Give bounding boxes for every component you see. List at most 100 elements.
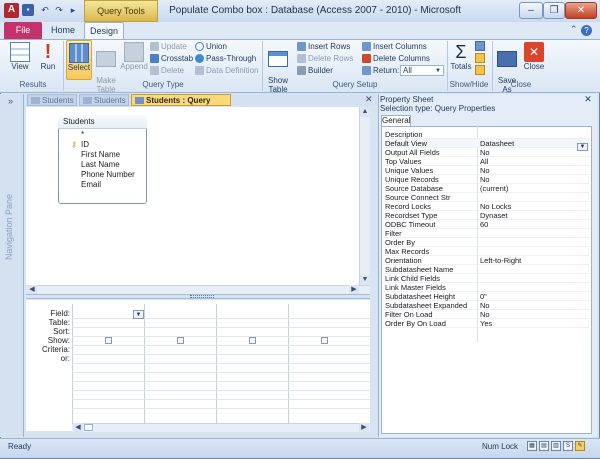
show-checkbox[interactable] bbox=[177, 337, 184, 344]
collapse-ribbon-icon[interactable]: ⌃ bbox=[570, 24, 578, 35]
datasheet-view-icon[interactable]: ▦ bbox=[527, 441, 537, 451]
property-row[interactable]: Subdatasheet Height 0" bbox=[383, 292, 590, 301]
parameters-icon[interactable] bbox=[475, 41, 485, 51]
navigation-pane[interactable] bbox=[0, 94, 24, 437]
return-select[interactable]: All ▼ bbox=[400, 65, 444, 76]
customize-quick-access-icon[interactable]: ▸ bbox=[66, 3, 80, 17]
view-button[interactable]: View bbox=[6, 40, 34, 80]
property-row[interactable]: Order By On Load Yes bbox=[383, 319, 590, 328]
delete-rows-button[interactable]: Delete Rows bbox=[297, 53, 353, 64]
design-view-icon[interactable]: ✎ bbox=[575, 441, 585, 451]
grid-horizontal-scrollbar[interactable] bbox=[72, 423, 370, 432]
property-row[interactable]: Max Records bbox=[383, 247, 590, 256]
scroll-left-arrow[interactable]: ◀ bbox=[73, 423, 83, 432]
data-definition-button[interactable]: Data Definition bbox=[195, 65, 258, 76]
builder-button[interactable]: Builder bbox=[297, 65, 333, 76]
property-row[interactable]: Order By bbox=[383, 238, 590, 247]
save-icon[interactable]: ▪ bbox=[22, 4, 34, 16]
maximize-button[interactable]: ❐ bbox=[543, 2, 565, 19]
property-row[interactable]: Unique Records No bbox=[383, 175, 590, 184]
select-query-button[interactable]: Select bbox=[66, 40, 92, 80]
upper-vertical-scrollbar[interactable] bbox=[359, 107, 370, 285]
pivot-chart-icon[interactable]: ▥ bbox=[551, 441, 561, 451]
insert-columns-button[interactable]: Insert Columns bbox=[362, 41, 427, 52]
run-button[interactable]: ! Run bbox=[36, 40, 60, 80]
doc-tab-students-2[interactable]: Students bbox=[79, 94, 129, 106]
close-query-button[interactable]: ✕ Close bbox=[522, 40, 546, 80]
pivot-table-icon[interactable]: ▤ bbox=[539, 441, 549, 451]
splitter-grip[interactable] bbox=[190, 295, 214, 298]
field-list-item[interactable]: First Name bbox=[81, 150, 120, 160]
property-row[interactable]: Recordset Type Dynaset bbox=[383, 211, 590, 220]
make-table-button[interactable]: Make Table bbox=[94, 40, 118, 94]
doc-tab-students-1[interactable]: Students bbox=[27, 94, 77, 106]
tab-file[interactable]: File bbox=[4, 22, 42, 39]
property-row[interactable]: Link Child Fields bbox=[383, 274, 590, 283]
property-row[interactable]: Filter bbox=[383, 229, 590, 238]
tab-design[interactable]: Design bbox=[84, 22, 124, 39]
append-button[interactable]: Append bbox=[120, 40, 148, 80]
crosstab-button[interactable]: Crosstab bbox=[150, 53, 193, 64]
minimize-button[interactable]: – bbox=[519, 2, 543, 19]
property-row[interactable]: Orientation Left-to-Right bbox=[383, 256, 590, 265]
save-as-button[interactable]: Save As bbox=[495, 40, 519, 94]
totals-button[interactable]: Σ Totals bbox=[450, 40, 472, 80]
nav-pane-toggle-icon[interactable]: » bbox=[8, 96, 13, 106]
property-row[interactable]: Subdatasheet Expanded No bbox=[383, 301, 590, 310]
help-icon[interactable]: ? bbox=[581, 25, 592, 36]
close-document-icon[interactable]: ✕ bbox=[365, 94, 373, 105]
close-property-sheet-icon[interactable]: ✕ bbox=[583, 94, 593, 105]
close-window-button[interactable]: ✕ bbox=[565, 2, 597, 19]
scroll-left-arrow[interactable]: ◀ bbox=[27, 285, 37, 294]
property-row[interactable]: Record Locks No Locks bbox=[383, 202, 590, 211]
property-row[interactable]: Top Values All bbox=[383, 157, 590, 166]
sql-view-icon[interactable]: S bbox=[563, 441, 573, 451]
show-checkbox[interactable] bbox=[249, 337, 256, 344]
scroll-thumb[interactable] bbox=[84, 424, 93, 431]
property-row[interactable]: Filter On Load No bbox=[383, 310, 590, 319]
tab-home[interactable]: Home bbox=[46, 22, 80, 39]
property-row[interactable]: Link Master Fields bbox=[383, 283, 590, 292]
property-row[interactable]: Output All Fields No bbox=[383, 148, 590, 157]
access-app-icon[interactable]: A bbox=[4, 3, 19, 18]
scroll-up-arrow[interactable]: ▲ bbox=[360, 107, 370, 117]
field-list-item[interactable]: ID bbox=[81, 140, 89, 150]
tab-general[interactable]: General bbox=[381, 115, 411, 126]
scroll-right-arrow[interactable]: ▶ bbox=[349, 285, 359, 294]
scroll-right-arrow[interactable]: ▶ bbox=[359, 423, 369, 432]
update-button[interactable]: Update bbox=[150, 41, 187, 52]
show-checkbox[interactable] bbox=[321, 337, 328, 344]
delete-columns-button[interactable]: Delete Columns bbox=[362, 53, 430, 64]
field-list-item[interactable]: Last Name bbox=[81, 160, 120, 170]
table-names-icon[interactable] bbox=[475, 65, 485, 75]
property-row[interactable]: Source Connect Str bbox=[383, 193, 590, 202]
doc-tab-query-builder[interactable]: Students : Query Builder bbox=[131, 94, 231, 117]
property-sheet-icon[interactable] bbox=[475, 53, 485, 63]
property-row[interactable]: ODBC Timeout 60 bbox=[383, 220, 590, 229]
field-list-item[interactable]: * bbox=[81, 130, 84, 140]
insert-rows-button[interactable]: Insert Rows bbox=[297, 41, 350, 52]
property-row[interactable]: Source Database (current) bbox=[383, 184, 590, 193]
property-row[interactable]: Unique Values No bbox=[383, 166, 590, 175]
sigma-icon: Σ bbox=[455, 42, 467, 62]
field-list-item[interactable]: Email bbox=[81, 180, 101, 190]
property-row[interactable]: Description bbox=[383, 130, 590, 139]
pass-through-button[interactable]: Pass-Through bbox=[195, 53, 256, 64]
scroll-down-arrow[interactable]: ▼ bbox=[360, 275, 370, 285]
return-select-value: All bbox=[403, 66, 412, 75]
delete-query-button[interactable]: Delete bbox=[150, 65, 184, 76]
undo-icon[interactable]: ↶ bbox=[38, 3, 52, 17]
redo-icon[interactable]: ↷ bbox=[52, 3, 66, 17]
field-list-item[interactable]: Phone Number bbox=[81, 170, 135, 180]
property-row[interactable]: Default View Datasheet bbox=[383, 139, 590, 148]
union-button[interactable]: Union bbox=[195, 41, 227, 52]
show-table-button[interactable]: Show Table bbox=[265, 40, 291, 94]
return-label: Return: bbox=[362, 65, 399, 76]
upper-horizontal-scrollbar[interactable] bbox=[26, 285, 370, 294]
show-checkbox[interactable] bbox=[105, 337, 112, 344]
delete-x-icon bbox=[150, 66, 159, 76]
field-dropdown-arrow[interactable]: ▼ bbox=[133, 310, 144, 319]
field-list-title[interactable]: Students bbox=[58, 115, 147, 129]
property-row[interactable]: Subdatasheet Name bbox=[383, 265, 590, 274]
grid-line bbox=[72, 318, 370, 319]
